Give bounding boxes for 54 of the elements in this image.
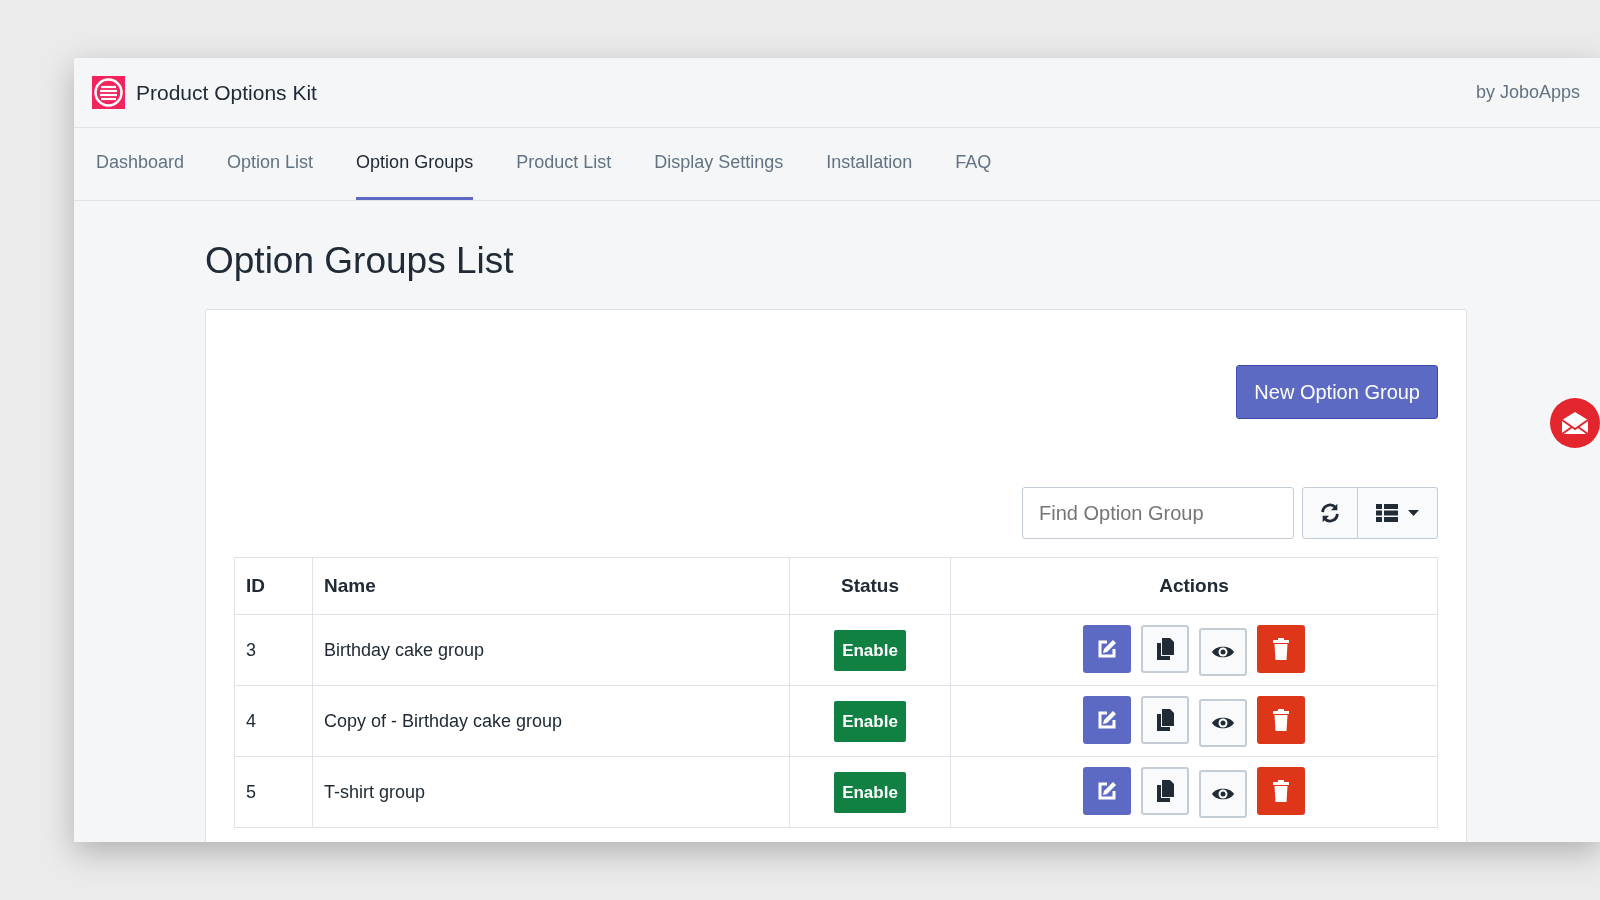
contact-button[interactable] [1550, 398, 1600, 448]
nav-tab[interactable]: FAQ [955, 128, 992, 200]
delete-button[interactable] [1257, 766, 1305, 815]
nav-tab[interactable]: Dashboard [96, 128, 185, 200]
columns-dropdown-button[interactable] [1358, 487, 1438, 540]
edit-button[interactable] [1083, 766, 1131, 815]
trash-icon [1273, 779, 1289, 802]
app-title: Product Options Kit [136, 79, 317, 106]
nav-tab[interactable]: Product List [516, 128, 612, 200]
column-header: ID [234, 557, 313, 615]
nav-tab[interactable]: Option List [227, 128, 314, 200]
refresh-icon [1319, 502, 1341, 525]
delete-button[interactable] [1257, 695, 1305, 744]
copy-icon [1156, 708, 1174, 731]
trash-icon [1273, 637, 1289, 660]
table-cell: Birthday cake group [312, 614, 790, 686]
table-cell: 4 [234, 685, 313, 757]
view-button[interactable] [1199, 698, 1247, 747]
app-logo-icon [92, 76, 125, 109]
nav-tab[interactable]: Installation [826, 128, 913, 200]
edit-button[interactable] [1083, 624, 1131, 673]
page-title: Option Groups List [205, 239, 515, 283]
status-label: Enable [834, 700, 906, 743]
refresh-button[interactable] [1302, 487, 1358, 540]
copy-button[interactable] [1141, 624, 1189, 673]
edit-icon [1096, 708, 1118, 731]
nav-tab[interactable]: Display Settings [654, 128, 784, 200]
copy-button[interactable] [1141, 766, 1189, 815]
table-cell: 5 [234, 756, 313, 828]
caret-icon [1408, 510, 1419, 517]
search-field[interactable]: Find Option Group [1022, 487, 1294, 540]
delete-button[interactable] [1257, 624, 1305, 673]
vendor-label: by JoboApps [1475, 81, 1580, 104]
status-label: Enable [834, 629, 906, 672]
new-option-group-button[interactable]: New Option Group [1236, 365, 1438, 420]
envelope-icon [1561, 411, 1589, 435]
edit-icon [1096, 637, 1118, 660]
copy-button[interactable] [1141, 695, 1189, 744]
nav-tab[interactable]: Option Groups [356, 128, 474, 200]
trash-icon [1273, 708, 1289, 731]
view-button[interactable] [1199, 627, 1247, 676]
edit-icon [1096, 779, 1118, 802]
edit-button[interactable] [1083, 695, 1131, 744]
view-button[interactable] [1199, 769, 1247, 818]
column-header: Actions [950, 557, 1438, 615]
list-icon [1376, 504, 1398, 523]
status-label: Enable [834, 771, 906, 814]
column-header: Name [312, 557, 790, 615]
table-cell: 3 [234, 614, 313, 686]
copy-icon [1156, 779, 1174, 802]
table-cell: Copy of - Birthday cake group [312, 685, 790, 757]
column-header: Status [789, 557, 951, 615]
copy-icon [1156, 637, 1174, 660]
table-cell: T-shirt group [312, 756, 790, 828]
